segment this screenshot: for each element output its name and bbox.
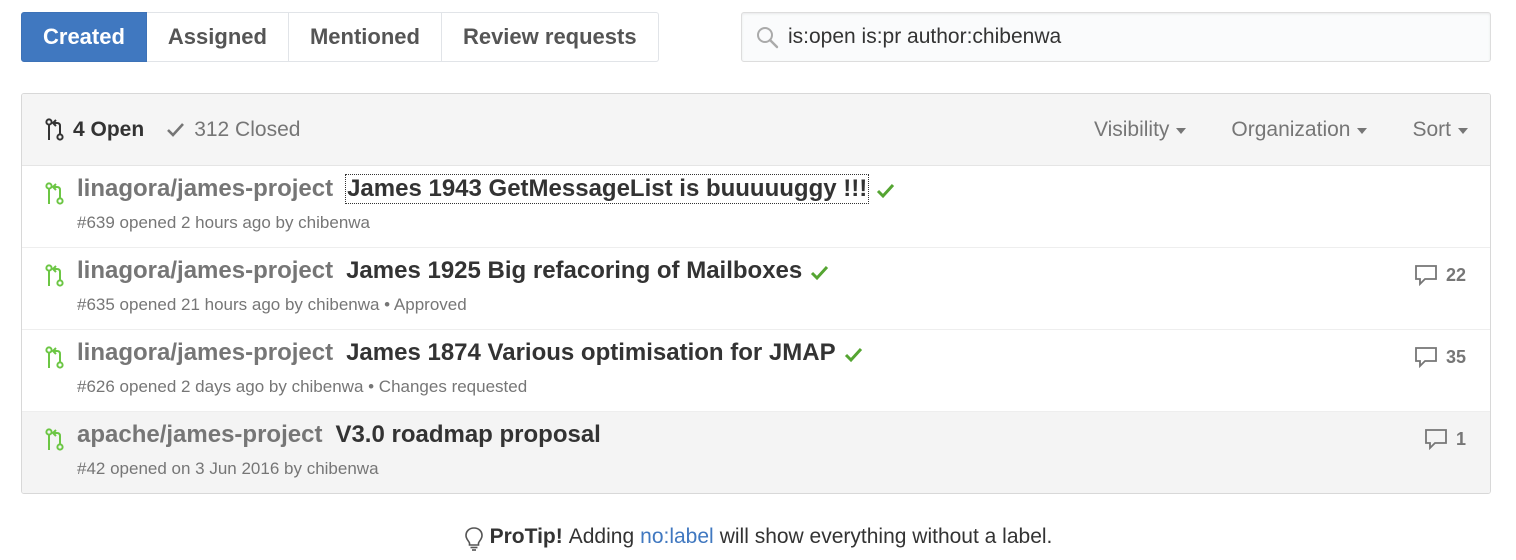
closed-state-button[interactable]: 312 Closed [166, 118, 300, 142]
no-label-link[interactable]: no:label [640, 525, 714, 549]
pr-title-link[interactable]: James 1943 GetMessageList is buuuuuggy !… [345, 174, 870, 204]
search-icon [755, 25, 779, 49]
comments-link[interactable]: 1 [1424, 428, 1466, 450]
search-box [741, 12, 1491, 62]
repo-link[interactable]: linagora/james-project [77, 339, 333, 367]
pr-title-link[interactable]: V3.0 roadmap proposal [335, 421, 600, 449]
list-item: linagora/james-project James 1943 GetMes… [22, 166, 1490, 248]
title-line: apache/james-project V3.0 roadmap propos… [77, 421, 601, 449]
tab-mentioned[interactable]: Mentioned [288, 12, 442, 62]
repo-link[interactable]: linagora/james-project [77, 257, 333, 285]
check-icon [166, 121, 186, 139]
search-input[interactable] [788, 25, 1468, 49]
comment-icon [1414, 346, 1438, 368]
list-item: apache/james-project V3.0 roadmap propos… [22, 412, 1490, 493]
chevron-down-icon [1176, 128, 1187, 134]
open-count: 4 Open [73, 117, 145, 141]
protip-text-after: will show everything without a label. [719, 525, 1053, 548]
pull-request-icon [44, 428, 66, 452]
title-line: linagora/james-project James 1925 Big re… [77, 257, 830, 285]
pr-title-link[interactable]: James 1925 Big refacoring of Mailboxes [346, 257, 802, 285]
comment-icon [1424, 428, 1448, 450]
pull-request-icon [44, 346, 66, 370]
check-icon[interactable] [810, 264, 830, 282]
closed-count: 312 Closed [194, 117, 301, 141]
list-item: linagora/james-project James 1874 Variou… [22, 330, 1490, 412]
check-icon[interactable] [844, 346, 864, 364]
title-line: linagora/james-project James 1874 Variou… [77, 339, 864, 367]
pr-meta: #42 opened on 3 Jun 2016 by chibenwa [77, 459, 379, 478]
sort-filter[interactable]: Sort [1412, 118, 1468, 142]
protip-label: ProTip! [489, 525, 563, 548]
open-state-button[interactable]: 4 Open [45, 118, 144, 142]
state-toggles: 4 Open 312 Closed [45, 118, 300, 142]
list-item: linagora/james-project James 1925 Big re… [22, 248, 1490, 330]
pull-request-icon [45, 117, 65, 142]
light-bulb-icon [464, 526, 484, 552]
pr-meta: #635 opened 21 hours ago by chibenwa • A… [77, 295, 467, 314]
pull-request-icon [44, 182, 66, 206]
title-line: linagora/james-project James 1943 GetMes… [77, 174, 896, 204]
comment-count: 22 [1445, 264, 1466, 285]
pr-title-link[interactable]: James 1874 Various optimisation for JMAP [346, 339, 836, 367]
comment-count: 1 [1455, 428, 1466, 449]
pull-request-list: 4 Open 312 Closed Visibility Organizatio… [21, 93, 1491, 494]
protip-text-before: Adding [568, 525, 635, 548]
filter-tabs: Created Assigned Mentioned Review reques… [21, 12, 659, 62]
chevron-down-icon [1458, 128, 1468, 134]
pr-meta: #639 opened 2 hours ago by chibenwa [77, 213, 371, 232]
sort-label: Sort [1412, 118, 1451, 141]
comment-count: 35 [1445, 346, 1466, 367]
pull-request-icon [44, 264, 66, 288]
protip: ProTip! Adding no:label will show everyt… [0, 522, 1516, 552]
list-header: 4 Open 312 Closed Visibility Organizatio… [22, 94, 1490, 166]
repo-link[interactable]: linagora/james-project [77, 175, 333, 203]
organization-filter[interactable]: Organization [1231, 118, 1368, 142]
comment-icon [1414, 264, 1438, 286]
organization-label: Organization [1231, 118, 1351, 141]
visibility-label: Visibility [1093, 118, 1170, 141]
comments-link[interactable]: 35 [1414, 346, 1466, 368]
visibility-filter[interactable]: Visibility [1093, 118, 1187, 142]
check-icon[interactable] [876, 182, 896, 200]
repo-link[interactable]: apache/james-project [77, 421, 322, 449]
tab-created[interactable]: Created [21, 12, 147, 62]
tab-review-requests[interactable]: Review requests [441, 12, 659, 62]
filter-menus: Visibility Organization Sort [1049, 94, 1468, 166]
tab-assigned[interactable]: Assigned [146, 12, 289, 62]
chevron-down-icon [1357, 128, 1368, 134]
comments-link[interactable]: 22 [1414, 264, 1466, 286]
pr-meta: #626 opened 2 days ago by chibenwa • Cha… [77, 377, 528, 396]
